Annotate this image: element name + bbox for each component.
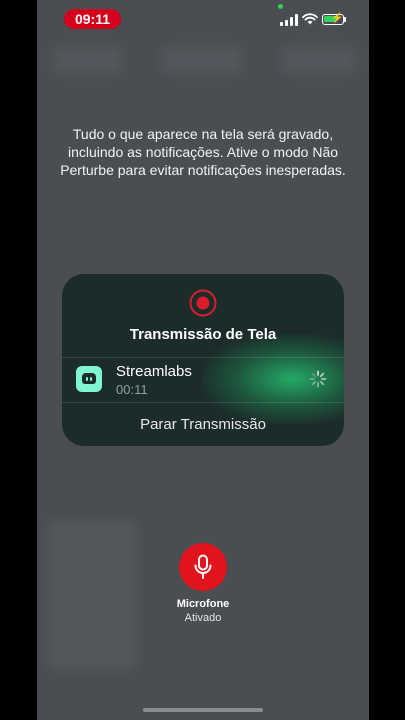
microphone-toggle-button[interactable] <box>179 543 227 591</box>
stop-broadcast-button[interactable]: Parar Transmissão <box>62 402 344 446</box>
background-blur <box>47 520 137 670</box>
battery-charging-icon: ⚡ <box>322 13 344 25</box>
wifi-icon <box>302 13 318 25</box>
status-bar: 09:11 ⚡ <box>37 0 369 40</box>
microphone-status: Ativado <box>184 612 222 624</box>
streamlabs-icon <box>76 366 102 392</box>
battery-tip <box>344 17 346 22</box>
status-time: 09:11 <box>74 11 111 27</box>
background-blur <box>282 45 357 75</box>
background-blur <box>52 45 122 75</box>
app-name: Streamlabs <box>116 363 192 380</box>
home-indicator[interactable] <box>143 708 263 712</box>
stop-broadcast-label: Parar Transmissão <box>140 415 266 433</box>
recording-notice: Tudo o que aparece na tela será gravado,… <box>60 126 346 178</box>
elapsed-time: 00:11 <box>116 382 148 397</box>
screen-broadcast-panel: Transmissão de Tela Streamlabs 00:11 Par… <box>62 274 344 446</box>
background-blur <box>162 45 242 75</box>
broadcast-app-row[interactable]: Streamlabs 00:11 <box>62 358 344 402</box>
privacy-dot-icon <box>278 4 283 9</box>
microphone-icon <box>194 554 212 579</box>
recording-time-indicator[interactable]: 09:11 <box>64 9 121 29</box>
loading-spinner-icon <box>309 370 327 388</box>
record-icon <box>189 289 217 317</box>
microphone-label: Microfone <box>176 598 230 610</box>
screen: 09:11 ⚡ Tudo o que aparece na tela será … <box>37 0 369 720</box>
cellular-signal-icon <box>280 14 298 26</box>
panel-title: Transmissão de Tela <box>129 326 277 343</box>
